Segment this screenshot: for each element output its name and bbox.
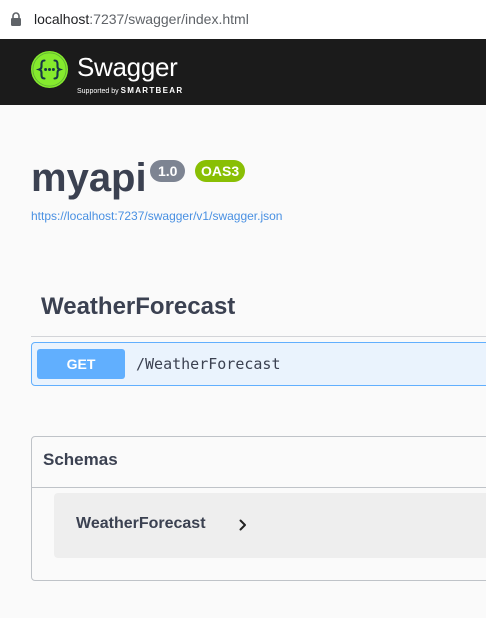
swagger-logo-icon[interactable]: [31, 51, 68, 88]
schemas-divider: [32, 487, 486, 488]
browser-address-bar[interactable]: localhost:7237/swagger/index.html: [0, 0, 486, 40]
lock-icon[interactable]: [10, 12, 22, 26]
tag-weatherforecast-heading[interactable]: WeatherForecast: [41, 293, 235, 321]
url-text[interactable]: localhost:7237/swagger/index.html: [34, 11, 249, 27]
url-host: localhost: [34, 11, 90, 27]
swagger-page: localhost:7237/swagger/index.html Swagge…: [0, 0, 486, 618]
supported-by-label: Supported by: [77, 88, 119, 95]
version-badge: 1.0: [150, 160, 186, 182]
swagger-json-link[interactable]: https://localhost:7237/swagger/v1/swagge…: [31, 209, 282, 223]
operation-path[interactable]: /WeatherForecast: [136, 355, 281, 373]
api-title: myapi: [31, 156, 147, 200]
tag-divider: [31, 336, 486, 337]
chevron-right-icon[interactable]: [238, 518, 248, 532]
model-weatherforecast[interactable]: WeatherForecast: [54, 493, 486, 558]
schemas-toggle[interactable]: Schemas: [43, 450, 118, 470]
oas-badge: OAS3: [195, 160, 246, 182]
smartbear-label: SMARTBEAR: [120, 86, 184, 95]
trademark-mark: .: [166, 71, 168, 77]
url-path: :7237/swagger/index.html: [89, 11, 249, 27]
swagger-brand-name[interactable]: Swagger: [77, 52, 178, 83]
schemas-section: Schemas WeatherForecast: [31, 436, 486, 581]
model-name[interactable]: WeatherForecast: [76, 515, 206, 533]
supported-by-smartbear: Supported by SMARTBEAR: [77, 86, 183, 95]
http-method-badge[interactable]: GET: [37, 349, 125, 379]
swagger-topbar: Swagger . Supported by SMARTBEAR: [0, 39, 486, 105]
operation-get-weatherforecast[interactable]: GET /WeatherForecast: [31, 342, 486, 386]
